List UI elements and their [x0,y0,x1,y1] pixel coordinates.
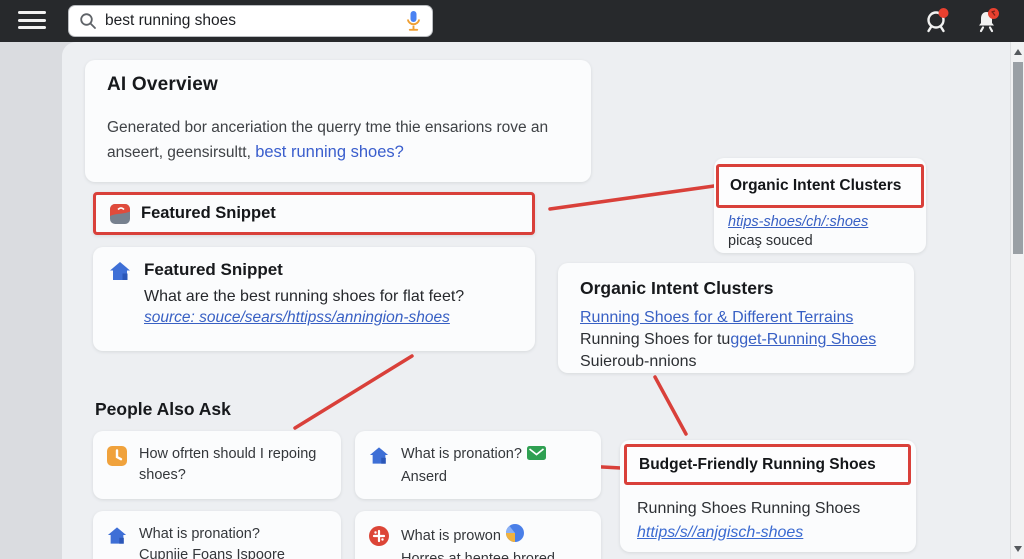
organic-intent-card: Organic Intent Clusters Running Shoes fo… [558,263,914,373]
organic-intent-top-caption: picaş souced [728,233,813,249]
search-input[interactable] [105,12,405,30]
featured-snippet-question: What are the best running shoes for flat… [144,288,465,305]
paa-question-line1: What is pronation? [401,446,522,462]
notification-badge [938,8,949,18]
target-icon [369,526,389,546]
search-bar[interactable] [68,5,433,37]
paa-question-line1: What is prowon [401,528,501,544]
paa-question-line1: What is pronation? [139,526,260,542]
paa-question-line2: Cupnije Foans Ispoore [139,547,285,559]
organic-intent-line-2: Running Shoes for tugget-Running Shoes [580,329,892,351]
clock-icon [107,446,127,466]
ai-overview-title: AI Overview [107,74,218,95]
organic-intent-title: Organic Intent Clusters [580,278,774,298]
organic-intent-link-2[interactable]: gget-Running Shoes [730,331,876,348]
ai-overview-body: Generated bor anceriation the querry tme… [107,116,569,165]
organic-intent-top-link[interactable]: htips-shoes/ch/:shoes [728,213,868,232]
budget-line: Running Shoes Running Shoes [637,500,861,517]
organic-intent-link-1[interactable]: Running Shoes for & Different Terrains [580,307,892,329]
paa-question: What is prowon Horres at hentee brored [401,524,555,559]
paa-question: What is pronation? Anserd [401,444,546,488]
featured-snippet-title: Featured Snippet [144,260,283,279]
search-icon [79,12,97,30]
paa-question-line2: Horres at hentee brored [401,551,555,559]
paa-question: How ofrten should I repoing shoes? [139,444,316,486]
search-alert-icon[interactable] [922,6,952,36]
screen: AI Overview Generated bor anceriation th… [0,0,1024,559]
scroll-up-arrow[interactable] [1014,49,1022,55]
paa-question-line2: shoes? [139,467,186,483]
hamburger-menu-button[interactable] [18,11,46,31]
organic-intent-top-card: Organic Intent Clusters htips-shoes/ch/:… [714,158,926,253]
paa-card-3[interactable]: What is pronation? Cupnije Foans Ispoore [93,511,341,559]
paa-card-1[interactable]: How ofrten should I repoing shoes? [93,431,341,499]
paa-card-4[interactable]: What is prowon Horres at hentee brored [355,511,601,559]
scroll-down-arrow[interactable] [1014,546,1022,552]
featured-snippet-app-icon [110,203,130,224]
ai-overview-card: AI Overview Generated bor anceriation th… [85,60,591,182]
organic-intent-top-title: Organic Intent Clusters [730,177,902,194]
budget-link[interactable]: httips/s//anjgisch-shoes [637,524,803,541]
paa-question-line1: How ofrten should I repoing [139,446,317,462]
budget-annotation-box: Budget-Friendly Running Shoes [624,444,911,485]
topbar [0,0,1024,42]
home-icon [107,526,127,545]
paa-question: What is pronation? Cupnije Foans Ispoore [139,524,285,559]
microphone-icon[interactable] [405,10,422,33]
people-also-ask-heading: People Also Ask [95,399,231,419]
scrollbar[interactable] [1010,42,1024,559]
organic-intent-line-3: Suieroub-nnions [580,353,697,370]
envelope-icon [526,446,546,467]
pie-chart-icon [505,524,524,549]
featured-snippet-source-link[interactable]: source: souce/sears/httipss/anningion-sh… [144,309,450,327]
ai-overview-query-link[interactable]: best running shoes? [255,143,404,161]
featured-snippet-card: Featured Snippet What are the best runni… [93,247,535,351]
notification-bell-icon[interactable] [972,6,1002,36]
paa-question-line2: Anserd [401,469,447,485]
budget-friendly-card: Budget-Friendly Running Shoes Running Sh… [620,440,916,552]
home-icon [109,261,131,281]
featured-snippet-annotation-box: Featured Snippet [93,192,535,235]
budget-title: Budget-Friendly Running Shoes [639,455,876,473]
organic-intent-line-2-text: Running Shoes for tu [580,331,731,348]
paa-card-2[interactable]: What is pronation? Anserd [355,431,601,499]
organic-intent-annotation-box: Organic Intent Clusters [716,164,924,208]
home-icon [369,446,389,465]
featured-snippet-annotation-label: Featured Snippet [141,204,276,222]
scrollbar-thumb[interactable] [1012,62,1023,254]
